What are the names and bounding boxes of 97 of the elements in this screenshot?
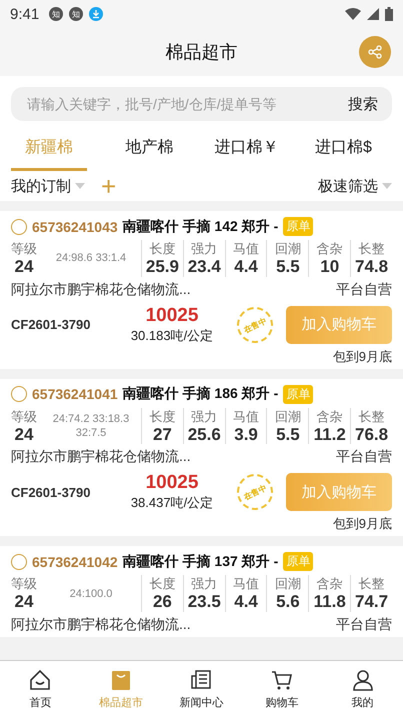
metric-value: 26	[152, 593, 172, 612]
grade-breakdown: 24:100.0	[68, 586, 114, 601]
price: 10025	[146, 472, 198, 494]
metric-label: 等级	[11, 240, 37, 258]
delivery-note: 包到9月底	[332, 515, 392, 534]
share-button[interactable]	[359, 36, 391, 68]
nav-item[interactable]: 首页	[0, 661, 81, 716]
grade-breakdown: 24:74.2 33:18.3 32:7.5	[52, 412, 130, 440]
caret-icon	[382, 183, 392, 189]
metric-value: 11.8	[314, 593, 346, 612]
nav-item[interactable]: 新闻中心	[161, 661, 242, 716]
metric-label: 含杂	[316, 408, 343, 426]
original-badge: 原单	[283, 217, 314, 236]
notification-icon: 知	[69, 7, 84, 21]
original-badge: 原单	[283, 552, 314, 572]
metric-value: 74.8	[355, 258, 388, 277]
notification-icon: 知	[49, 7, 64, 21]
metric-label: 等级	[11, 408, 37, 426]
metric-label: 强力	[191, 408, 218, 426]
nav-item[interactable]: 我的	[322, 661, 403, 716]
delivery-note: 包到9月底	[332, 348, 392, 366]
home-icon	[28, 668, 52, 692]
wifi-icon	[345, 8, 361, 20]
metric-label: 马值	[233, 575, 260, 594]
person-icon	[350, 668, 375, 692]
metric-value: 11.2	[314, 426, 346, 444]
seller-label: 平台自营	[336, 280, 392, 299]
status-time: 9:41	[10, 6, 40, 22]
metric-value: 3.9	[234, 426, 258, 444]
metric-label: 强力	[191, 575, 218, 594]
download-icon	[89, 7, 104, 21]
metric-value: 25.9	[146, 258, 179, 277]
metric-label: 回潮	[274, 240, 301, 258]
contract-code: CF2601-3790	[11, 484, 92, 500]
product-title: 南疆喀什 手摘 142 郑升 -	[122, 218, 278, 236]
metric-value: 5.5	[276, 426, 300, 444]
warehouse-name: 阿拉尔市鹏宇棉花仓储物流...	[11, 616, 191, 634]
metric-label: 含杂	[316, 240, 343, 258]
caret-icon	[75, 183, 85, 189]
search-button[interactable]: 搜索	[348, 94, 378, 114]
weight: 30.183吨/公定	[130, 326, 214, 345]
warehouse-name: 阿拉尔市鹏宇棉花仓储物流...	[11, 448, 191, 466]
weight: 38.437吨/公定	[130, 494, 214, 512]
contract-code: CF2601-3790	[11, 317, 92, 332]
metric-value: 4.4	[234, 258, 258, 277]
custom-filter-dropdown[interactable]: 我的订制	[11, 176, 85, 196]
nav-item[interactable]: 购物车	[242, 661, 322, 716]
newspaper-icon	[189, 668, 214, 692]
product-title: 南疆喀什 手摘 137 郑升 -	[122, 552, 278, 571]
metric-label: 长整	[358, 575, 385, 594]
metric-label: 长度	[149, 408, 176, 426]
metric-label: 含杂	[316, 575, 343, 594]
metric-label: 长整	[358, 408, 385, 426]
metric-value: 24	[14, 593, 34, 612]
price: 10025	[146, 304, 198, 327]
metric-label: 长度	[149, 240, 176, 258]
category-tab[interactable]: 进口棉$	[295, 129, 392, 171]
select-checkbox[interactable]	[11, 386, 27, 402]
metric-label: 强力	[191, 240, 218, 258]
product-title: 南疆喀什 手摘 186 郑升 -	[122, 385, 278, 404]
metric-label: 长度	[149, 575, 176, 594]
page-title: 棉品超市	[166, 41, 238, 64]
signal-icon	[367, 8, 379, 20]
metric-label: 回潮	[274, 408, 301, 426]
category-tab[interactable]: 进口棉￥	[198, 129, 295, 171]
seller-label: 平台自营	[336, 616, 392, 634]
warehouse-name: 阿拉尔市鹏宇棉花仓储物流...	[11, 280, 191, 299]
metric-value: 5.5	[276, 258, 300, 277]
metric-value: 5.6	[276, 593, 300, 612]
metric-value: 74.7	[355, 593, 388, 612]
metric-value: 76.8	[355, 426, 388, 444]
battery-icon	[385, 7, 393, 21]
original-badge: 原单	[283, 384, 314, 404]
metric-label: 马值	[233, 408, 260, 426]
select-checkbox[interactable]	[11, 554, 27, 570]
select-checkbox[interactable]	[11, 218, 27, 234]
metric-value: 10	[320, 258, 340, 277]
metric-label: 长整	[358, 240, 385, 258]
lot-number: 65736241043	[32, 218, 118, 234]
metric-value: 24	[14, 258, 34, 277]
lot-number: 65736241042	[32, 554, 118, 570]
metric-value: 23.4	[188, 258, 221, 277]
share-icon	[368, 45, 382, 59]
metric-value: 4.4	[234, 593, 258, 612]
grade-breakdown: 24:98.6 33:1.4	[54, 251, 128, 266]
category-tab[interactable]: 地产棉	[101, 129, 198, 171]
search-field[interactable]: 请输入关键字，批号/产地/仓库/提单号等 搜索	[11, 87, 392, 121]
quick-filter-dropdown[interactable]: 极速筛选	[318, 176, 392, 196]
seller-label: 平台自营	[336, 448, 392, 466]
metric-label: 回潮	[274, 575, 301, 594]
metric-value: 24	[14, 426, 34, 444]
metric-label: 马值	[233, 240, 260, 258]
metric-label: 等级	[11, 575, 37, 594]
metric-value: 27	[152, 426, 172, 444]
lot-number: 65736241041	[32, 386, 118, 402]
metric-value: 25.6	[188, 426, 221, 444]
metric-value: 23.5	[188, 593, 221, 612]
